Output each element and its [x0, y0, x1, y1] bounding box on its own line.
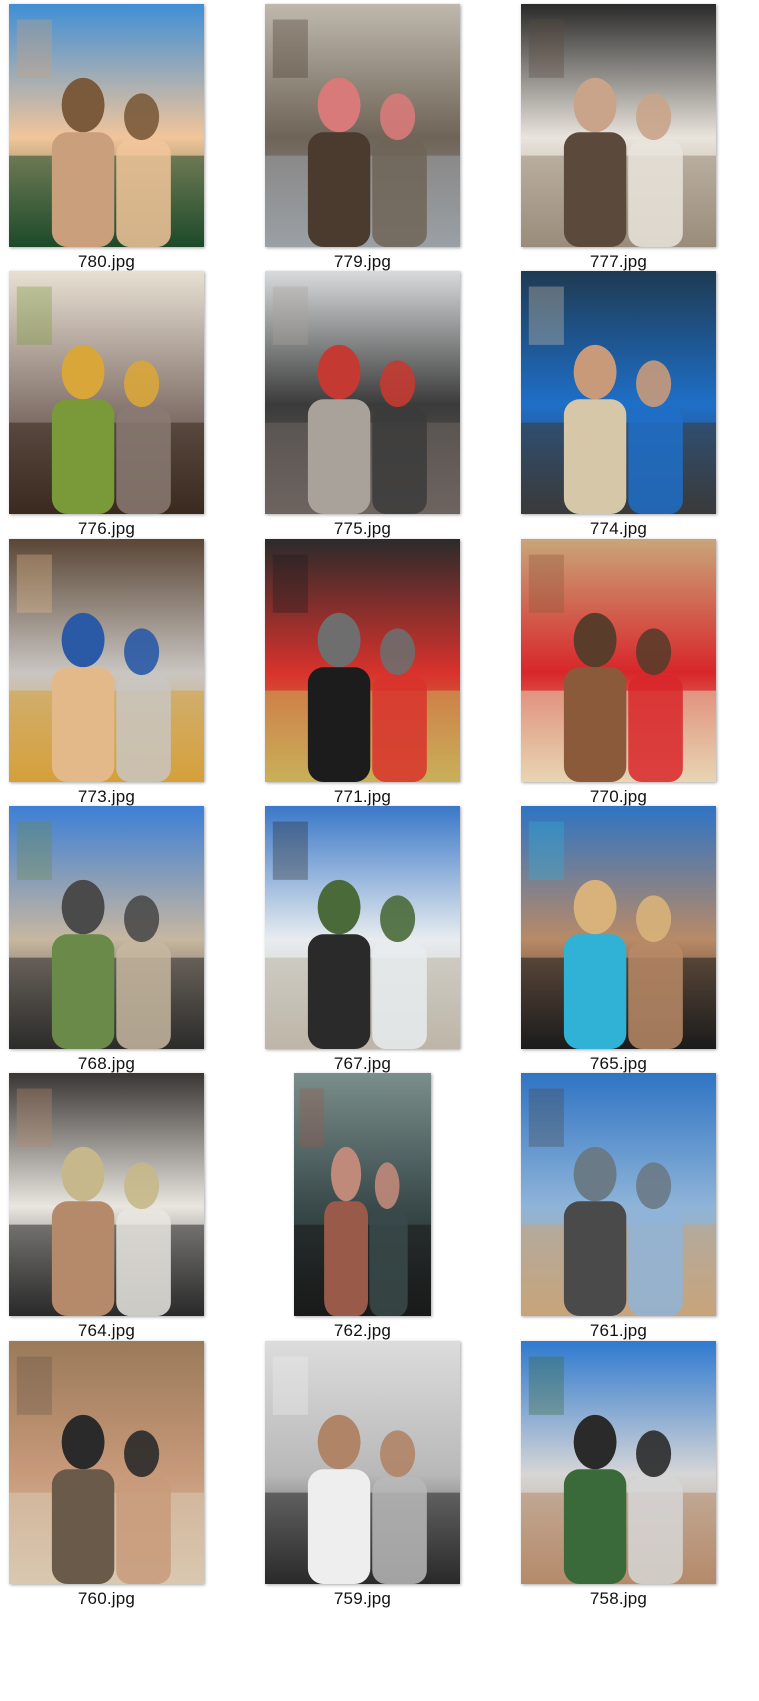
file-thumbnail[interactable] [265, 271, 460, 514]
photo-thumbnail-image [265, 271, 460, 514]
photo-thumbnail-image [521, 539, 716, 782]
file-thumbnail[interactable] [9, 806, 204, 1049]
photo-thumbnail-image [9, 4, 204, 247]
photo-thumbnail-image [9, 1073, 204, 1316]
file-thumbnail[interactable] [9, 4, 204, 247]
file-item[interactable]: 779.jpg [256, 0, 501, 290]
photo-thumbnail-image [9, 1341, 204, 1584]
photo-thumbnail-image [9, 806, 204, 1049]
file-item[interactable]: 758.jpg [512, 1337, 757, 1627]
photo-thumbnail-image [521, 806, 716, 1049]
file-thumbnail[interactable] [521, 539, 716, 782]
file-item[interactable]: 775.jpg [256, 267, 501, 557]
file-thumbnail[interactable] [294, 1073, 431, 1316]
thumbnail-grid: 780.jpg 779.jpg 777.jpg 776.jpg 775.jpg 774.j… [0, 0, 759, 1701]
photo-thumbnail-image [265, 1341, 460, 1584]
photo-thumbnail-image [521, 1341, 716, 1584]
file-thumbnail[interactable] [265, 1341, 460, 1584]
file-item[interactable]: 771.jpg [256, 535, 501, 825]
file-item[interactable]: 770.jpg [512, 535, 757, 825]
file-thumbnail[interactable] [265, 806, 460, 1049]
file-thumbnail[interactable] [9, 1341, 204, 1584]
file-item[interactable]: 760.jpg [0, 1337, 245, 1627]
file-item[interactable]: 762.jpg [256, 1069, 501, 1359]
photo-thumbnail-image [265, 4, 460, 247]
file-item[interactable]: 759.jpg [256, 1337, 501, 1627]
file-thumbnail[interactable] [9, 271, 204, 514]
file-item[interactable]: 764.jpg [0, 1069, 245, 1359]
photo-thumbnail-image [521, 271, 716, 514]
file-item[interactable]: 780.jpg [0, 0, 245, 290]
file-item[interactable]: 773.jpg [0, 535, 245, 825]
file-thumbnail[interactable] [521, 1341, 716, 1584]
file-thumbnail[interactable] [265, 539, 460, 782]
file-item[interactable]: 767.jpg [256, 802, 501, 1092]
file-thumbnail[interactable] [521, 1073, 716, 1316]
file-name-label[interactable]: 760.jpg [0, 1589, 213, 1609]
file-thumbnail[interactable] [265, 4, 460, 247]
file-item[interactable]: 777.jpg [512, 0, 757, 290]
photo-thumbnail-image [521, 1073, 716, 1316]
file-item[interactable]: 761.jpg [512, 1069, 757, 1359]
file-thumbnail[interactable] [521, 806, 716, 1049]
file-name-label[interactable]: 758.jpg [512, 1589, 725, 1609]
file-item[interactable]: 768.jpg [0, 802, 245, 1092]
file-thumbnail[interactable] [9, 1073, 204, 1316]
file-thumbnail[interactable] [521, 271, 716, 514]
file-name-label[interactable]: 759.jpg [256, 1589, 469, 1609]
photo-thumbnail-image [265, 539, 460, 782]
file-item[interactable]: 765.jpg [512, 802, 757, 1092]
photo-thumbnail-image [9, 271, 204, 514]
photo-thumbnail-image [265, 806, 460, 1049]
photo-thumbnail-image [294, 1073, 431, 1316]
photo-thumbnail-image [521, 4, 716, 247]
file-item[interactable]: 774.jpg [512, 267, 757, 557]
photo-thumbnail-image [9, 539, 204, 782]
file-thumbnail[interactable] [521, 4, 716, 247]
file-item[interactable]: 776.jpg [0, 267, 245, 557]
file-thumbnail[interactable] [9, 539, 204, 782]
